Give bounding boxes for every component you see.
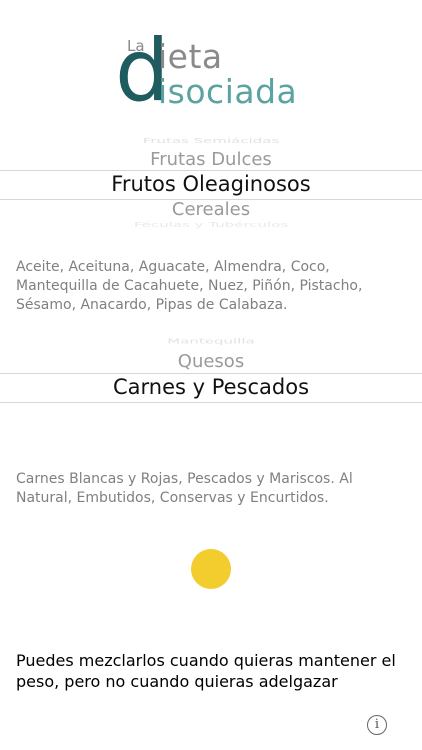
logo-ieta-text: ieta <box>158 37 223 76</box>
compatibility-indicator <box>191 549 231 589</box>
info-icon[interactable]: i <box>367 715 387 735</box>
picker1-item-previous[interactable]: Frutas Dulces <box>0 149 422 170</box>
logo-isociada-text: isociada <box>158 72 298 111</box>
picker1-item-faded-top[interactable]: Frutas Semiácidas <box>0 137 422 145</box>
app-logo: La d ieta isociada <box>0 0 422 120</box>
combination-advice: Puedes mezclarlos cuando quieras mantene… <box>16 651 396 691</box>
food-group-picker-1[interactable]: Frutas Semiácidas Frutas Dulces Frutos O… <box>0 128 422 229</box>
food-group-picker-2[interactable]: Mantequilla Quesos Carnes y Pescados <box>0 330 422 410</box>
food-group-1-description: Aceite, Aceituna, Aguacate, Almendra, Co… <box>16 259 363 313</box>
picker1-item-faded-bottom[interactable]: Féculas y Tubérculos <box>0 221 422 229</box>
food-group-2-description: Carnes Blancas y Rojas, Pescados y Maris… <box>16 471 353 506</box>
picker2-item-previous[interactable]: Quesos <box>0 351 422 372</box>
picker2-item-selected[interactable]: Carnes y Pescados <box>0 375 422 399</box>
picker1-item-next[interactable]: Cereales <box>0 199 422 220</box>
picker2-item-faded-top[interactable]: Mantequilla <box>0 337 422 345</box>
picker1-item-selected[interactable]: Frutos Oleaginosos <box>0 172 422 196</box>
